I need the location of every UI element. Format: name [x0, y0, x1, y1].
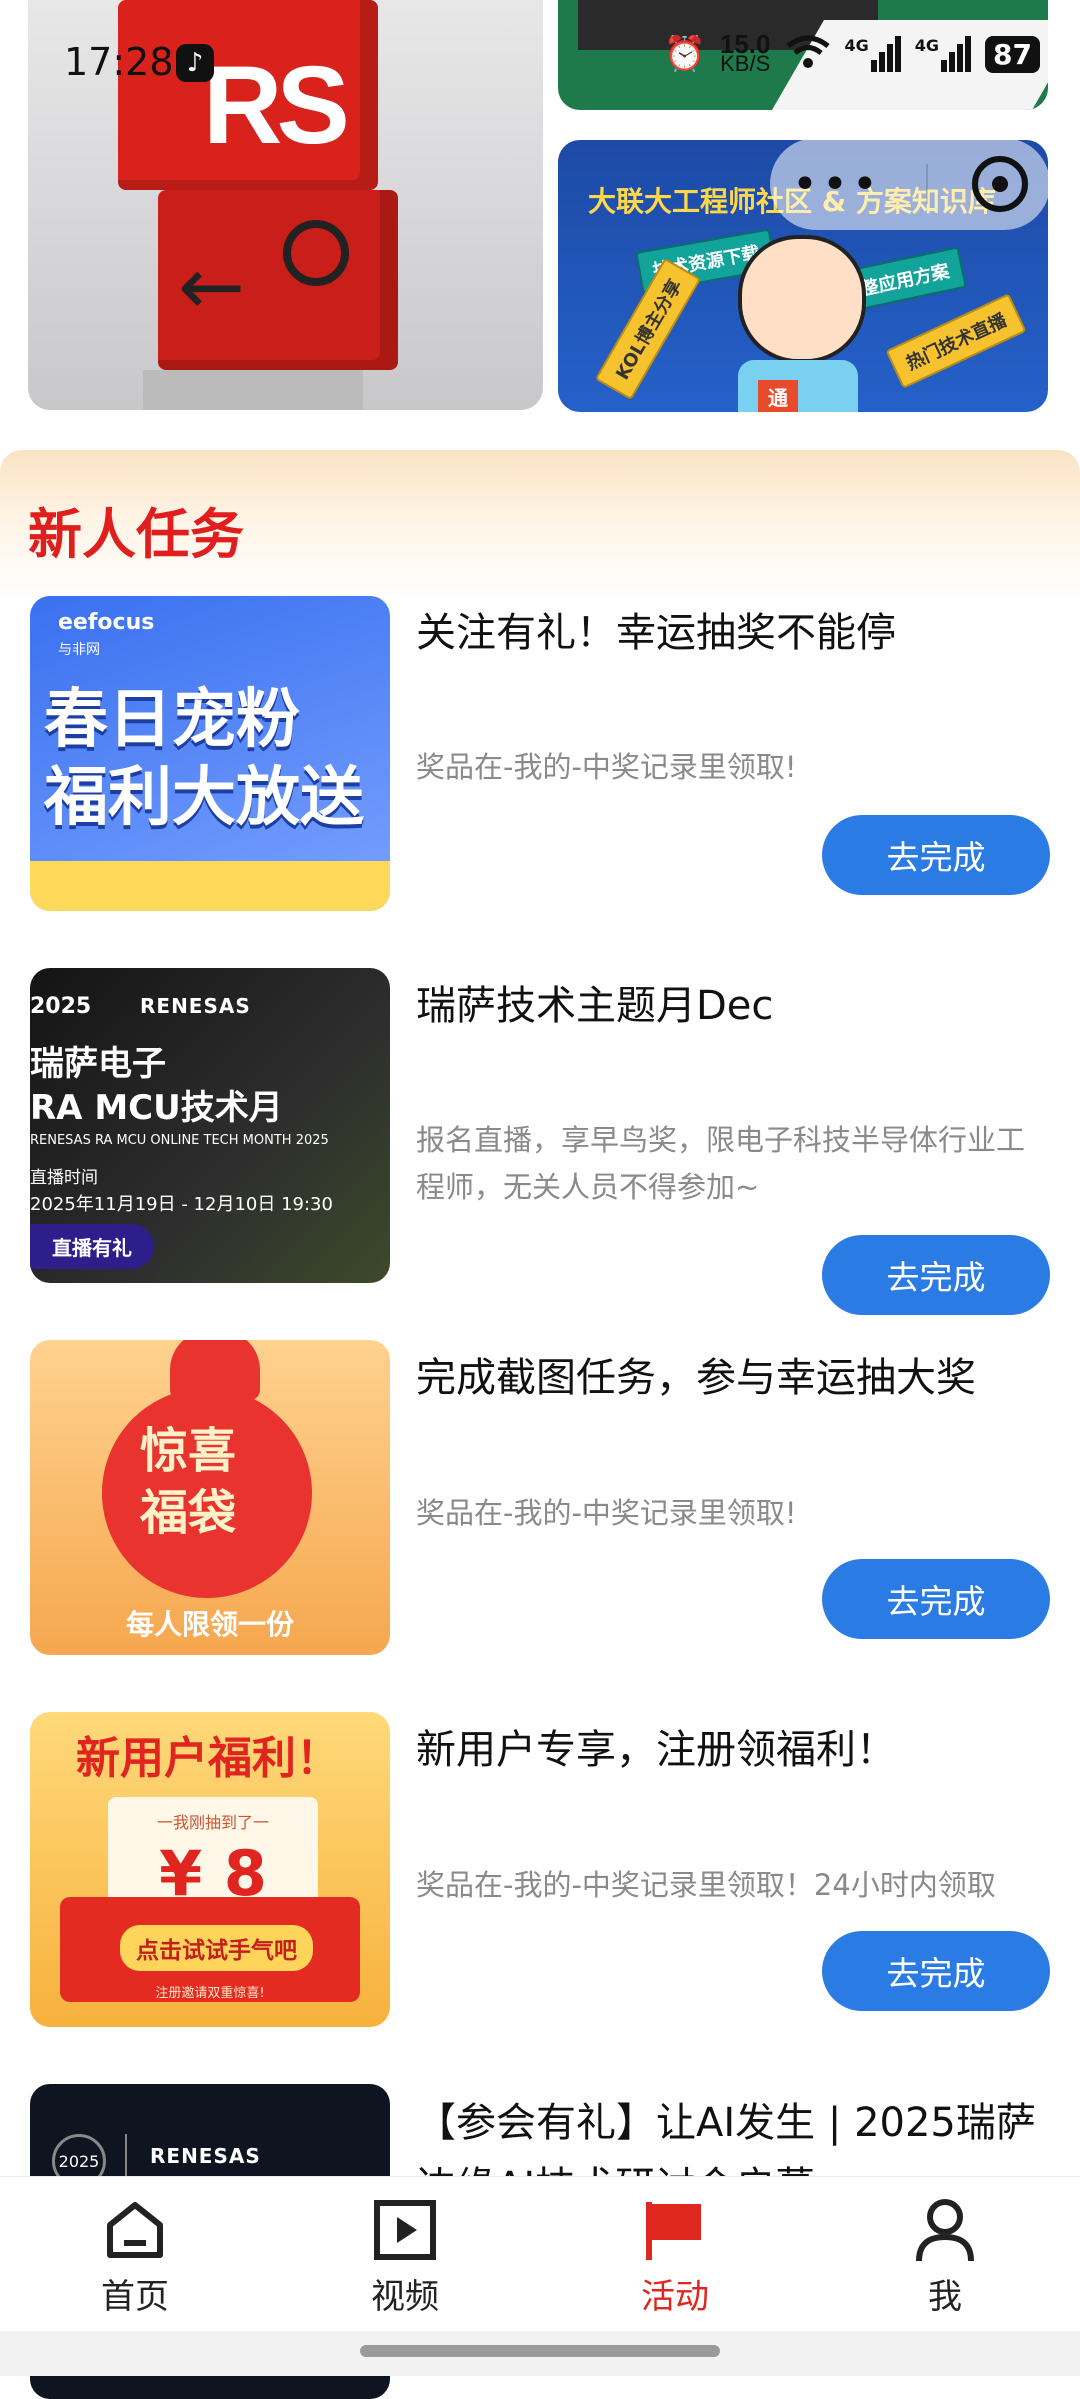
nav-label: 首页	[101, 2277, 169, 2317]
thumb-strip	[30, 861, 390, 911]
person-pictogram-icon	[283, 220, 349, 286]
task-title[interactable]: 完成截图任务，参与幸运抽大奖	[416, 1345, 976, 1403]
home-icon	[100, 2195, 170, 2265]
section-title: 新人任务	[28, 503, 244, 566]
cartoon-engineer	[738, 235, 866, 363]
flag-icon	[640, 2195, 710, 2265]
thumb-pill: 直播有礼	[30, 1224, 154, 1269]
complete-task-button[interactable]: 去完成	[822, 1235, 1050, 1315]
status-time: 17:28	[64, 40, 174, 84]
net-speed: 15.0 KB/S	[720, 31, 771, 76]
thumb-line: 福袋	[140, 1485, 237, 1541]
thumb-line: 福利大放送	[44, 761, 364, 835]
task-thumbnail[interactable]: 2025 RENESAS 瑞萨电子 RA MCU技术月 RENESAS RA M…	[30, 968, 390, 1283]
thumb-footer: 每人限领一份	[125, 1608, 294, 1641]
gesture-bar-area	[0, 2331, 1080, 2376]
signal-label: 4G	[844, 36, 869, 55]
nav-video[interactable]: 视频	[335, 2195, 475, 2318]
thumb-logo-sub: 与非网	[58, 642, 100, 658]
thumb-line: 一我刚抽到了一	[156, 1813, 269, 1832]
thumb-line: RA MCU技术月	[30, 1088, 283, 1128]
thumb-line: 直播时间	[30, 1168, 98, 1188]
signal-label: 4G	[914, 36, 940, 55]
alarm-icon: ⏰	[663, 34, 706, 74]
banner-badge: 通	[758, 380, 798, 412]
thumb-line: 春日宠粉	[44, 683, 300, 757]
video-icon	[370, 2195, 440, 2265]
task-thumbnail[interactable]: eefocus 与非网 春日宠粉 福利大放送	[30, 596, 390, 911]
home-indicator[interactable]	[360, 2345, 720, 2357]
task-description: 奖品在-我的-中奖记录里领取!	[416, 1496, 797, 1530]
nav-home[interactable]: 首页	[65, 2195, 205, 2318]
thumb-line: 2025年11月19日 - 12月10日 19:30	[30, 1194, 333, 1215]
wifi-icon	[785, 34, 831, 74]
battery-level: 87	[985, 35, 1040, 73]
thumb-year: 2025	[30, 994, 92, 1019]
task-description: 奖品在-我的-中奖记录里领取!	[416, 750, 797, 784]
thumb-line: 瑞萨电子	[30, 1044, 166, 1084]
person-icon	[910, 2195, 980, 2265]
complete-task-button[interactable]: 去完成	[822, 1931, 1050, 2011]
thumb-line: 惊喜	[140, 1423, 237, 1479]
banner-tag: 热门技术直播	[885, 293, 1027, 389]
complete-task-button[interactable]: 去完成	[822, 815, 1050, 895]
nav-label: 我	[928, 2277, 962, 2317]
net-speed-unit: KB/S	[720, 51, 771, 76]
task-description: 奖品在-我的-中奖记录里领取！24小时内领取	[416, 1868, 996, 1902]
renesas-logo: RENESAS	[140, 994, 251, 1018]
task-title[interactable]: 关注有礼！幸运抽奖不能停	[416, 600, 896, 658]
task-description: 报名直播，享早鸟奖，限电子科技半导体行业工程师，无关人员不得参加~	[416, 1123, 1026, 1204]
complete-task-button[interactable]: 去完成	[822, 1559, 1050, 1639]
task-title[interactable]: 瑞萨技术主题月Dec	[416, 973, 773, 1031]
signal-4g-icon: 4G	[845, 36, 901, 72]
task-title[interactable]: 【参会有礼】让AI发生 | 2025瑞萨	[416, 2090, 1036, 2148]
more-options-icon[interactable]: •••	[792, 159, 882, 210]
miniprogram-capsule: •••	[770, 138, 1050, 230]
status-right: ⏰ 15.0 KB/S 4G 4G 87	[663, 31, 1040, 76]
bottom-nav: 首页 视频 活动 我	[0, 2176, 1080, 2332]
tiktok-icon: ♪	[176, 44, 214, 82]
nav-activity[interactable]: 活动	[605, 2195, 745, 2318]
task-title[interactable]: 新用户专享，注册领福利！	[416, 1717, 896, 1775]
nav-label: 视频	[371, 2277, 439, 2317]
nav-me[interactable]: 我	[875, 2195, 1015, 2318]
arrow-left-icon: ←	[178, 240, 246, 333]
thumb-headline: 惊喜 福袋	[140, 1420, 236, 1544]
task-thumbnail[interactable]: 惊喜 福袋 每人限领一份	[30, 1340, 390, 1655]
nav-label: 活动	[641, 2277, 709, 2317]
status-bar: 17:28 ♪ ⏰ 15.0 KB/S 4G 4G 87	[0, 0, 1080, 130]
eefocus-logo: eefocus 与非网	[58, 610, 154, 660]
signal-4g-icon: 4G	[914, 36, 972, 72]
renesas-logo: RENESAS	[150, 2144, 261, 2168]
close-miniprogram-icon[interactable]	[971, 156, 1028, 212]
thumb-headline: 春日宠粉 福利大放送	[44, 681, 364, 837]
thumb-logo-text: eefocus	[58, 610, 155, 635]
thumb-cta: 点击试试手气吧	[120, 1925, 313, 1971]
thumb-line: 注册邀请双重惊喜!	[155, 1986, 265, 2001]
task-thumbnail[interactable]: 新用户福利！ 一我刚抽到了一 ¥ 8 点击试试手气吧 注册邀请双重惊喜!	[30, 1712, 390, 2027]
thumb-headline: 新用户福利！	[76, 1733, 340, 1784]
thumb-line: RENESAS RA MCU ONLINE TECH MONTH 2025	[30, 1133, 329, 1148]
